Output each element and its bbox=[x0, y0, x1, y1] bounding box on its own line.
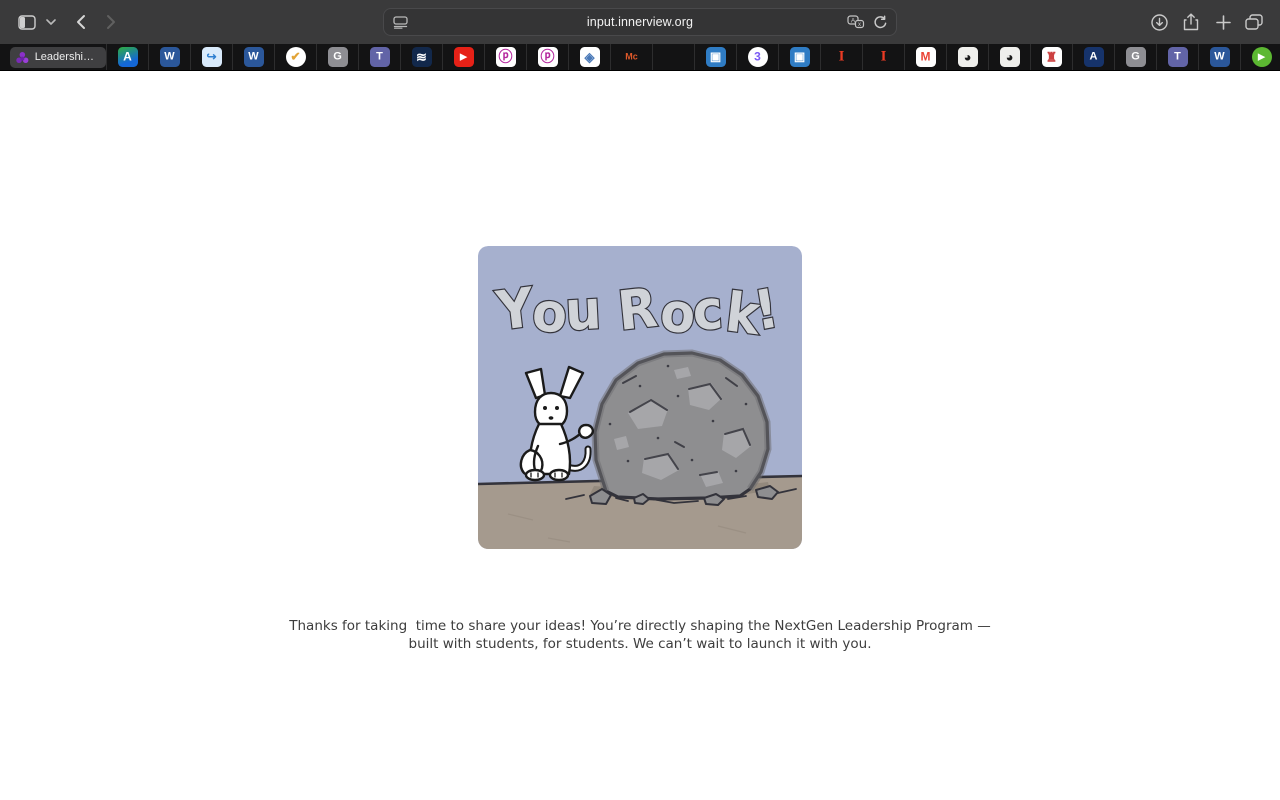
pinned-tab-castle-crest[interactable]: ♜ bbox=[1030, 44, 1072, 70]
word-1-favicon: W bbox=[159, 47, 180, 67]
mcgraw-favicon: Mc bbox=[625, 51, 638, 61]
green-play-favicon: ▶ bbox=[1251, 47, 1272, 67]
pinned-tab-ehallpass[interactable]: ↪ bbox=[190, 44, 232, 70]
pinned-tab-word-2[interactable]: W bbox=[232, 44, 274, 70]
pinned-tab-illinois-1[interactable]: I bbox=[820, 44, 862, 70]
g-app-1-favicon: G bbox=[327, 47, 348, 67]
pinned-tab-g-app-1[interactable]: G bbox=[316, 44, 358, 70]
illinois-1-favicon: I bbox=[838, 48, 845, 64]
url-bar[interactable]: input.innerview.org A x bbox=[383, 8, 897, 36]
prodigy-1-favicon: ⓟ bbox=[495, 47, 516, 67]
pinned-tab-check-badge[interactable]: ✔ bbox=[274, 44, 316, 70]
pinned-tabs: A W ↪ W ✔ G T ≋ ▶ ⓟ ⓟ ◈ Mc ▣ 3 ▣ I I M ◕ ◕ ♜ A G T W ▶ bbox=[106, 44, 1280, 70]
pinned-tab-prodigy-2[interactable]: ⓟ bbox=[526, 44, 568, 70]
a-shield-favicon: A bbox=[1083, 47, 1104, 67]
pinned-tab-gmail[interactable]: M bbox=[904, 44, 946, 70]
illinois-2-favicon: I bbox=[880, 48, 887, 64]
you-rock-comic-image: You Rock! bbox=[478, 246, 802, 549]
kami-favicon: ≋ bbox=[411, 47, 432, 67]
microsoft-favicon bbox=[664, 47, 684, 67]
pinned-tab-mcgraw[interactable]: Mc bbox=[610, 44, 652, 70]
g-app-2-favicon: G bbox=[1125, 47, 1146, 67]
active-tab-leadership[interactable]: Leadership... bbox=[10, 46, 106, 68]
pip-blue-2-favicon: ▣ bbox=[789, 47, 810, 67]
pinned-tab-illinois-2[interactable]: I bbox=[862, 44, 904, 70]
pinned-tab-classlink[interactable]: A bbox=[106, 44, 148, 70]
pinned-tab-green-play[interactable]: ▶ bbox=[1240, 44, 1280, 70]
shield-crest-favicon: ◈ bbox=[579, 47, 600, 67]
ehallpass-favicon: ↪ bbox=[201, 47, 222, 67]
teams-1-favicon: T bbox=[369, 47, 390, 67]
translate-icon[interactable]: A x bbox=[847, 15, 865, 35]
pinned-tab-dark-orb-2[interactable]: ◕ bbox=[988, 44, 1030, 70]
sidebar-toggle-icon[interactable] bbox=[14, 10, 40, 34]
circled-3-favicon: 3 bbox=[747, 47, 768, 67]
thank-you-message: Thanks for taking time to share your ide… bbox=[289, 618, 996, 652]
tab-bar: Leadership... A W ↪ W ✔ G T ≋ ▶ ⓟ ⓟ ◈ Mc ▣ 3 ▣ I I M ◕ ◕ ♜ A G T… bbox=[0, 44, 1280, 71]
web-page: You Rock! Thanks for taking time to shar… bbox=[0, 71, 1280, 800]
tab-overview-button[interactable] bbox=[1241, 10, 1267, 34]
forward-button[interactable] bbox=[98, 10, 124, 34]
pinned-tab-word-3[interactable]: W bbox=[1198, 44, 1240, 70]
dark-orb-1-favicon: ◕ bbox=[957, 47, 978, 67]
pinned-tab-shield-crest[interactable]: ◈ bbox=[568, 44, 610, 70]
teams-2-favicon: T bbox=[1167, 47, 1188, 67]
pinned-tab-teams-2[interactable]: T bbox=[1156, 44, 1198, 70]
svg-text:x: x bbox=[858, 22, 861, 28]
pinned-tab-pip-blue-1[interactable]: ▣ bbox=[694, 44, 736, 70]
reader-page-icon[interactable] bbox=[393, 16, 408, 34]
pinned-tab-kami[interactable]: ≋ bbox=[400, 44, 442, 70]
pinned-tab-dark-orb-1[interactable]: ◕ bbox=[946, 44, 988, 70]
browser-toolbar: input.innerview.org A x bbox=[0, 0, 1280, 44]
pinned-tab-prodigy-1[interactable]: ⓟ bbox=[484, 44, 526, 70]
pinned-tab-circled-3[interactable]: 3 bbox=[736, 44, 778, 70]
new-tab-button[interactable] bbox=[1210, 10, 1236, 34]
youtube-favicon: ▶ bbox=[453, 47, 474, 67]
pinned-tab-teams-1[interactable]: T bbox=[358, 44, 400, 70]
pinned-tab-a-shield[interactable]: A bbox=[1072, 44, 1114, 70]
prodigy-2-favicon: ⓟ bbox=[537, 47, 558, 67]
pip-blue-1-favicon: ▣ bbox=[705, 47, 726, 67]
word-2-favicon: W bbox=[243, 47, 264, 67]
active-tab-label: Leadership... bbox=[34, 51, 97, 63]
comic-title-text: You Rock! bbox=[492, 276, 783, 347]
word-3-favicon: W bbox=[1209, 47, 1230, 67]
url-text: input.innerview.org bbox=[586, 15, 694, 29]
reload-icon[interactable] bbox=[873, 15, 888, 35]
pinned-tab-microsoft[interactable] bbox=[652, 44, 694, 70]
pinned-tab-word-1[interactable]: W bbox=[148, 44, 190, 70]
chevron-down-icon[interactable] bbox=[43, 10, 59, 34]
gmail-favicon: M bbox=[915, 47, 936, 67]
check-badge-favicon: ✔ bbox=[285, 47, 306, 67]
castle-crest-favicon: ♜ bbox=[1041, 47, 1062, 67]
downloads-button[interactable] bbox=[1146, 10, 1172, 34]
pinned-tab-g-app-2[interactable]: G bbox=[1114, 44, 1156, 70]
pinned-tab-pip-blue-2[interactable]: ▣ bbox=[778, 44, 820, 70]
leadership-favicon bbox=[16, 51, 29, 63]
classlink-favicon: A bbox=[117, 47, 138, 67]
back-button[interactable] bbox=[68, 10, 94, 34]
pinned-tab-youtube[interactable]: ▶ bbox=[442, 44, 484, 70]
dark-orb-2-favicon: ◕ bbox=[999, 47, 1020, 67]
rock-drawing bbox=[591, 349, 772, 501]
share-button[interactable] bbox=[1178, 10, 1204, 34]
